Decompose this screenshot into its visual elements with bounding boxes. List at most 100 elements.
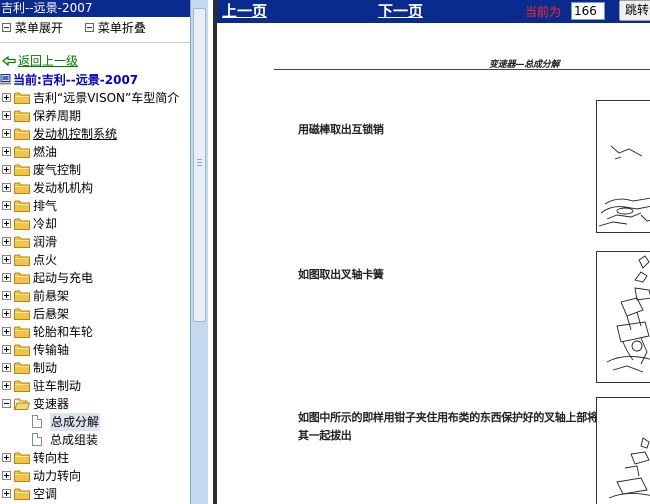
tree-node[interactable]: 动力转向 — [0, 467, 190, 485]
expand-toggle-icon[interactable] — [2, 453, 11, 462]
tree-node[interactable]: 废气控制 — [0, 161, 190, 179]
expand-toggle-icon[interactable] — [2, 147, 11, 156]
folder-icon — [14, 146, 30, 158]
current-node: 当前:吉利--远景-2007 — [0, 71, 138, 89]
tree-node[interactable]: 发动机机构 — [0, 179, 190, 197]
expand-toggle-icon[interactable] — [2, 345, 11, 354]
tree-node[interactable]: 润滑 — [0, 233, 190, 251]
folder-icon — [14, 452, 30, 464]
tree-node-label: 吉利“远景VISON”车型简介 — [33, 91, 180, 105]
tree-node[interactable]: 点火 — [0, 251, 190, 269]
tree-node[interactable]: 冷却 — [0, 215, 190, 233]
collapse-menu-label: 菜单折叠 — [97, 21, 146, 35]
menu-divider — [0, 42, 190, 43]
expand-toggle-icon[interactable] — [2, 219, 11, 228]
document-icon — [32, 415, 42, 428]
expand-toggle-icon[interactable] — [2, 183, 11, 192]
tree-node[interactable]: 轮胎和车轮 — [0, 323, 190, 341]
expand-menu-label: 菜单展开 — [15, 21, 64, 35]
page-number-input[interactable] — [571, 2, 605, 20]
expand-menu-button[interactable]: 菜单展开 — [2, 17, 63, 39]
expand-toggle-icon[interactable] — [2, 471, 11, 480]
tree-node-label: 排气 — [33, 199, 58, 213]
tree-node-label: 发动机控制系统 — [33, 127, 118, 141]
tree-node[interactable]: 制动 — [0, 359, 190, 377]
step-text: 如图取出叉轴卡簧 — [298, 268, 384, 281]
tree-node[interactable]: 空调 — [0, 485, 190, 503]
tree-node[interactable]: 保养周期 — [0, 107, 190, 125]
expand-toggle-icon[interactable] — [2, 111, 11, 120]
tree-node[interactable]: 发动机控制系统 — [0, 125, 190, 143]
tree-node-label: 轮胎和车轮 — [33, 325, 94, 339]
step-text: 如图中所示的即样用钳子夹住用布类的东西保护好的叉轴上部将其一起拔出 — [298, 411, 598, 442]
expand-toggle-icon[interactable] — [2, 291, 11, 300]
header-rule — [274, 69, 650, 70]
tree-node-label: 后悬架 — [33, 307, 70, 321]
tree-node[interactable]: 排气 — [0, 197, 190, 215]
next-page-link[interactable]: 下一页 — [378, 0, 423, 22]
computer-icon — [0, 74, 11, 85]
tree-node[interactable]: 变速器 — [0, 395, 190, 413]
current-page-label: 当前为 — [525, 5, 562, 19]
folder-icon — [14, 326, 30, 338]
tree-node[interactable]: 前悬架 — [0, 287, 190, 305]
expand-toggle-icon[interactable] — [2, 363, 11, 372]
tree-child-label: 总成组装 — [50, 433, 99, 447]
gearbox-drawing — [608, 437, 650, 499]
tree-node-label: 点火 — [33, 253, 58, 267]
tree-child-node[interactable]: 总成分解 — [0, 413, 190, 431]
page-toolbar: 上一页 下一页 当前为 跳转 — [217, 0, 650, 23]
folder-icon — [14, 470, 30, 482]
tree-child-node[interactable]: 总成组装 — [0, 431, 190, 449]
expand-toggle-icon[interactable] — [2, 255, 11, 264]
expand-toggle-icon[interactable] — [2, 327, 11, 336]
back-link[interactable]: 返回上一级 — [2, 53, 78, 69]
document-icon — [32, 433, 42, 446]
step-text: 用磁棒取出互锁销 — [298, 123, 384, 136]
expand-toggle-icon[interactable] — [2, 129, 11, 138]
tree-node-label: 保养周期 — [33, 109, 82, 123]
expand-toggle-icon[interactable] — [2, 93, 11, 102]
expand-toggle-icon[interactable] — [2, 381, 11, 390]
folder-icon — [14, 92, 30, 104]
expand-toggle-icon[interactable] — [2, 273, 11, 282]
tree-node-label: 起动与充电 — [33, 271, 94, 285]
collapse-toggle-icon[interactable] — [2, 399, 11, 408]
tree-node[interactable]: 燃油 — [0, 143, 190, 161]
tree-node-label: 前悬架 — [33, 289, 70, 303]
prev-page-link[interactable]: 上一页 — [222, 0, 267, 22]
tree-node[interactable]: 后悬架 — [0, 305, 190, 323]
folder-icon — [14, 164, 30, 176]
expand-toggle-icon[interactable] — [2, 309, 11, 318]
expand-toggle-icon[interactable] — [2, 489, 11, 498]
tree-node-label: 冷却 — [33, 217, 58, 231]
tree-node[interactable]: 驻车制动 — [0, 377, 190, 395]
tree-child-label: 总成分解 — [50, 413, 101, 431]
tree-node[interactable]: 起动与充电 — [0, 269, 190, 287]
folder-icon — [14, 380, 30, 392]
back-arrow-icon — [2, 56, 16, 66]
tree-frame: 吉利--远景-2007 菜单展开 菜单折叠 返回上一级 当前:吉利--远景-20… — [0, 0, 190, 504]
illustration — [596, 397, 650, 504]
folder-icon — [14, 272, 30, 284]
expand-toggle-icon[interactable] — [2, 165, 11, 174]
tree-menu-bar: 菜单展开 菜单折叠 — [0, 17, 190, 39]
scrollbar-thumb[interactable] — [193, 8, 206, 322]
gearbox-drawing — [598, 145, 650, 227]
jump-button[interactable]: 跳转 — [619, 0, 650, 21]
tree-scrollbar[interactable] — [190, 0, 208, 504]
expand-toggle-icon[interactable] — [2, 237, 11, 246]
tree-node-label: 驻车制动 — [33, 379, 82, 393]
back-link-label: 返回上一级 — [18, 54, 79, 68]
tree-node-label: 发动机机构 — [33, 181, 94, 195]
collapse-menu-button[interactable]: 菜单折叠 — [84, 17, 146, 39]
folder-open-icon — [14, 398, 30, 410]
folder-icon — [14, 236, 30, 248]
tree-node[interactable]: 吉利“远景VISON”车型简介 — [0, 89, 190, 107]
expand-toggle-icon[interactable] — [2, 201, 11, 210]
tree-node[interactable]: 传输轴 — [0, 341, 190, 359]
folder-icon — [14, 128, 30, 140]
tree-node-label: 传输轴 — [33, 343, 70, 357]
tree-node-label: 燃油 — [33, 145, 58, 159]
tree-node[interactable]: 转向柱 — [0, 449, 190, 467]
